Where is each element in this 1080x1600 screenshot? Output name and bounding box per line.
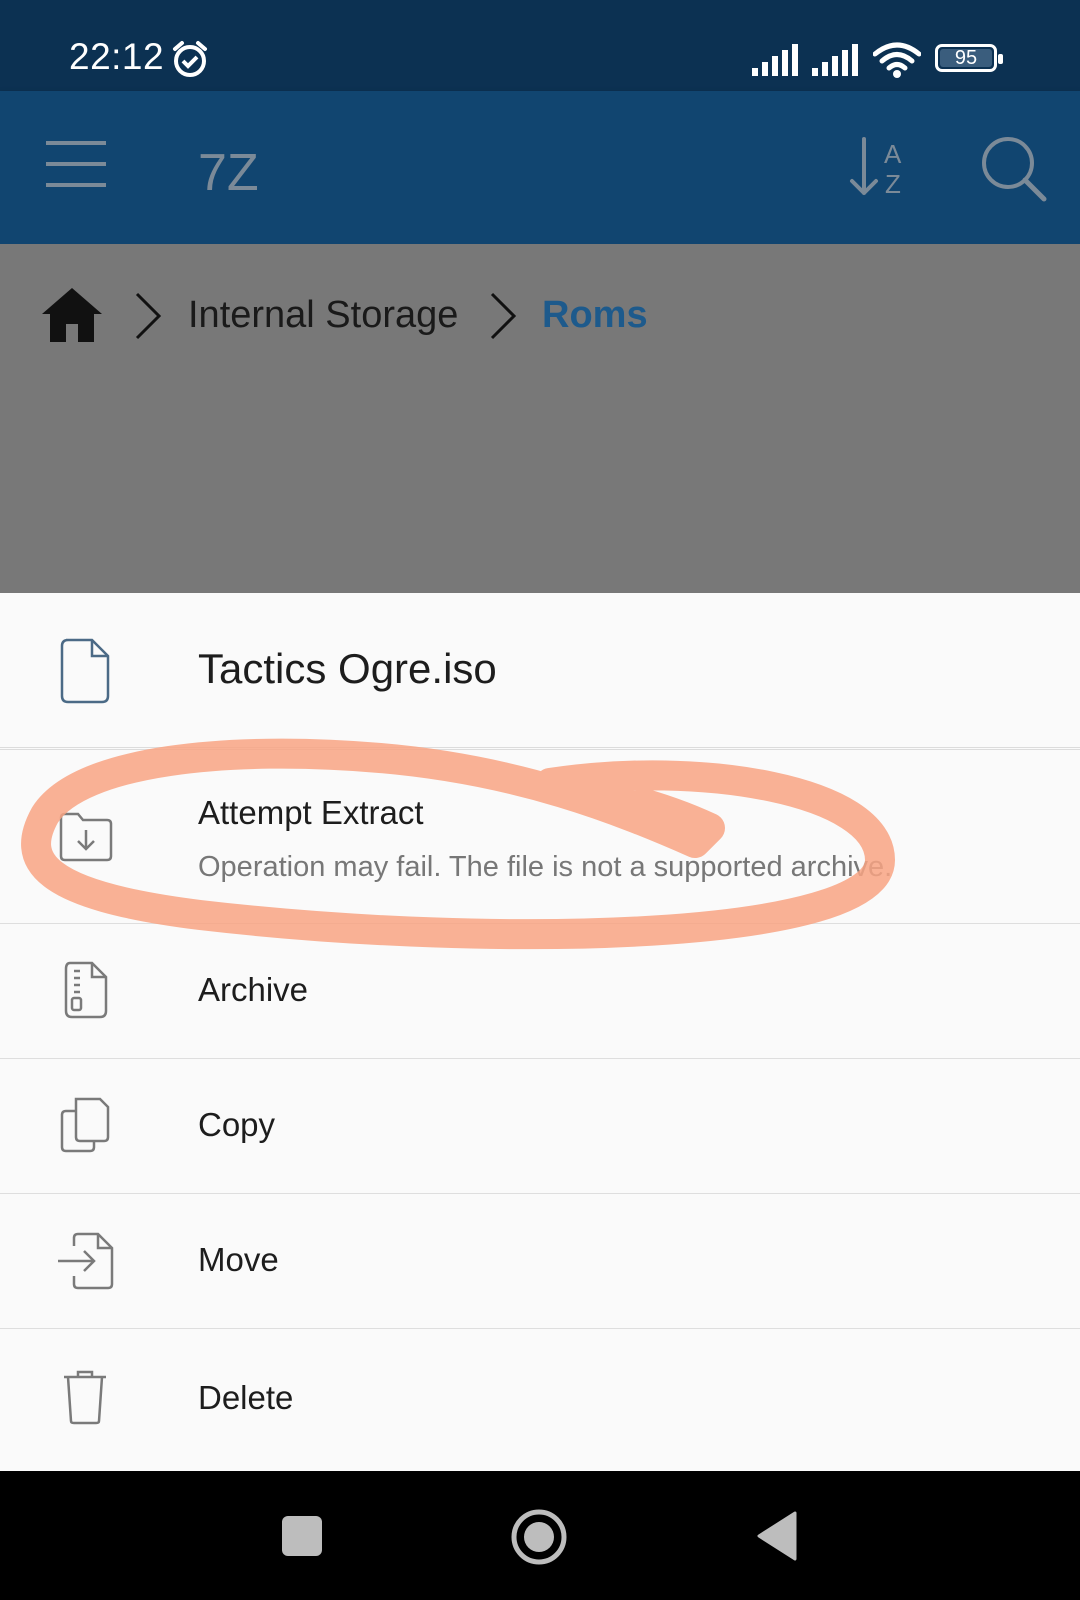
signal-icon: [752, 44, 798, 76]
chevron-right-icon: [135, 292, 162, 340]
menu-icon[interactable]: [46, 139, 106, 189]
folder-download-icon: [59, 812, 113, 862]
menu-item-copy[interactable]: Copy: [0, 1059, 1080, 1194]
search-icon[interactable]: [978, 133, 1048, 203]
breadcrumb-roms[interactable]: Roms: [542, 294, 648, 337]
bottom-sheet: Tactics Ogre.iso Attempt Extract Operati…: [0, 593, 1080, 1471]
home-icon[interactable]: [40, 286, 104, 344]
alarm-icon: [173, 41, 207, 77]
trash-icon: [64, 1370, 106, 1425]
menu-item-subtitle: Operation may fail. The file is not a su…: [198, 851, 893, 883]
menu-item-delete[interactable]: Delete: [0, 1329, 1080, 1471]
menu-item-label: Archive: [198, 971, 309, 1008]
home-button[interactable]: [510, 1508, 568, 1566]
copy-icon: [60, 1097, 110, 1153]
app-bar: 7Z A Z: [0, 91, 1080, 244]
move-file-icon: [58, 1232, 114, 1290]
battery-level: 95: [954, 47, 978, 69]
wifi-icon: [873, 42, 921, 78]
menu-item-label: Copy: [198, 1106, 276, 1143]
chevron-right-icon: [490, 292, 517, 340]
navigation-bar: [0, 1471, 1080, 1600]
archive-file-icon: [64, 961, 108, 1019]
menu-item-move[interactable]: Move: [0, 1194, 1080, 1329]
status-time: 22:12: [69, 36, 165, 77]
recents-button[interactable]: [282, 1516, 322, 1556]
file-icon: [60, 638, 110, 704]
svg-text:Z: Z: [885, 169, 901, 199]
breadcrumb-internal-storage[interactable]: Internal Storage: [188, 294, 458, 337]
signal-icon-2: [812, 44, 858, 76]
file-header: Tactics Ogre.iso: [0, 593, 1080, 750]
menu-item-label: Delete: [198, 1379, 294, 1416]
menu-item-archive[interactable]: Archive: [0, 924, 1080, 1059]
app-title: 7Z: [198, 144, 259, 202]
menu-item-label: Attempt Extract: [198, 794, 424, 831]
battery-icon: 95: [935, 44, 1003, 72]
menu-item-attempt-extract[interactable]: Attempt Extract Operation may fail. The …: [0, 750, 1080, 924]
menu-item-label: Move: [198, 1241, 279, 1278]
sort-icon[interactable]: A Z: [848, 135, 912, 199]
file-name: Tactics Ogre.iso: [198, 645, 497, 692]
status-bar: 22:12 95: [0, 0, 1080, 91]
svg-text:A: A: [884, 139, 902, 169]
back-button[interactable]: [755, 1511, 799, 1561]
